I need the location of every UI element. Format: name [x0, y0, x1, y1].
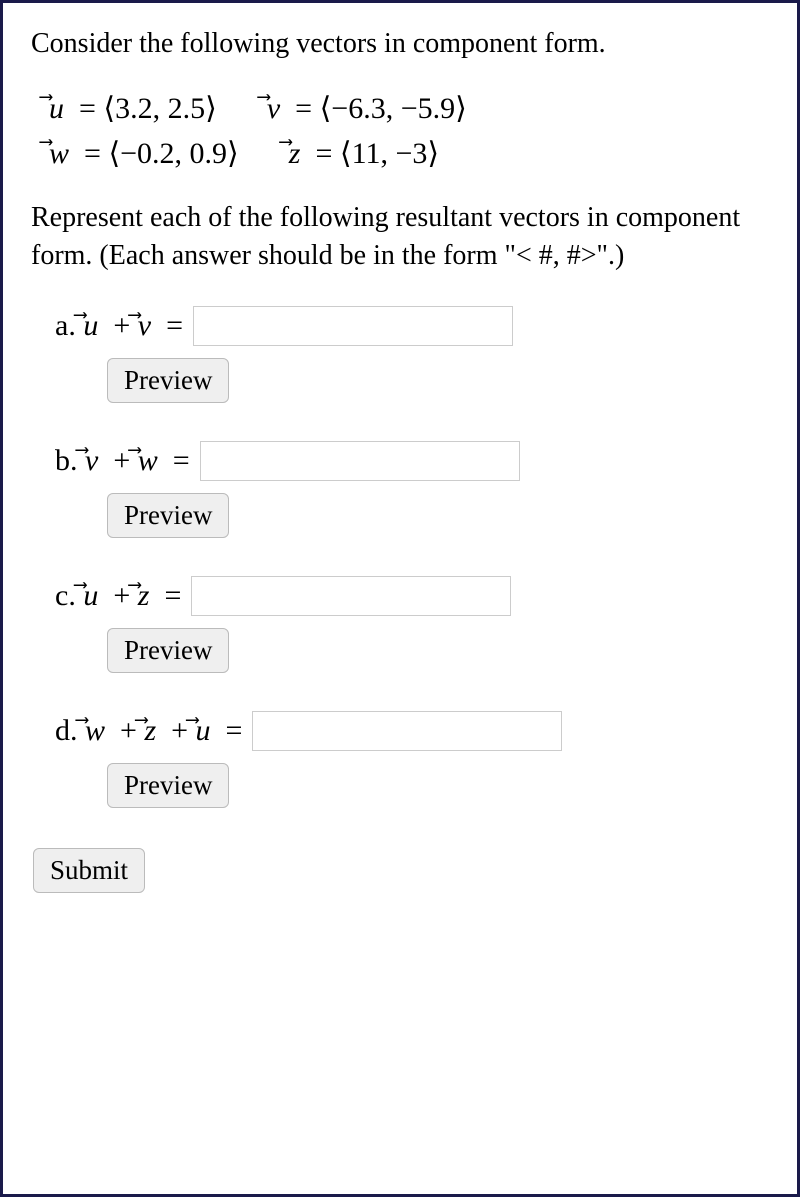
question-b-label: b. v + w = [55, 444, 190, 478]
vector-defs-row-2: w = ⟨−0.2, 0.9⟩ z = ⟨11, −3⟩ [31, 136, 769, 171]
question-c-label: c. u + z = [55, 579, 181, 613]
vector-v-def: v = ⟨−6.3, −5.9⟩ [267, 91, 467, 126]
question-c: c. u + z = Preview [31, 576, 769, 673]
preview-button-c[interactable]: Preview [107, 628, 229, 673]
vector-defs-row-1: u = ⟨3.2, 2.5⟩ v = ⟨−6.3, −5.9⟩ [31, 91, 769, 126]
question-a-label: a. u + v = [55, 309, 183, 343]
vector-u-def: u = ⟨3.2, 2.5⟩ [49, 91, 217, 126]
vector-z-def: z = ⟨11, −3⟩ [289, 136, 439, 171]
question-a: a. u + v = Preview [31, 306, 769, 403]
instruction-text: Represent each of the following resultan… [31, 199, 769, 275]
answer-input-b[interactable] [200, 441, 520, 481]
question-d: d. w + z + u = Preview [31, 711, 769, 808]
vector-w-def: w = ⟨−0.2, 0.9⟩ [49, 136, 239, 171]
intro-text: Consider the following vectors in compon… [31, 25, 769, 63]
question-b: b. v + w = Preview [31, 441, 769, 538]
problem-container: Consider the following vectors in compon… [0, 0, 800, 1197]
preview-button-b[interactable]: Preview [107, 493, 229, 538]
submit-button[interactable]: Submit [33, 848, 145, 893]
answer-input-a[interactable] [193, 306, 513, 346]
answer-input-d[interactable] [252, 711, 562, 751]
preview-button-d[interactable]: Preview [107, 763, 229, 808]
question-d-label: d. w + z + u = [55, 714, 242, 748]
preview-button-a[interactable]: Preview [107, 358, 229, 403]
answer-input-c[interactable] [191, 576, 511, 616]
